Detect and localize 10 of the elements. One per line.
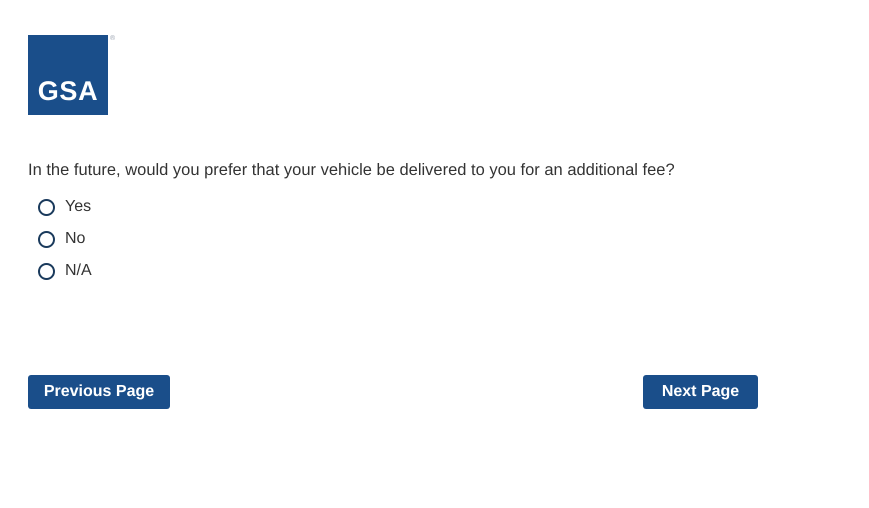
previous-page-button[interactable]: Previous Page	[28, 375, 170, 409]
option-label: No	[65, 229, 86, 249]
radio-button[interactable]	[38, 230, 55, 248]
option-label: N/A	[65, 261, 92, 281]
radio-button[interactable]	[38, 262, 55, 280]
question-text: In the future, would you prefer that your vehicle be delivered to you for an additional fee?	[28, 160, 676, 181]
option-label: Yes	[65, 197, 92, 217]
next-page-button[interactable]: Next Page	[643, 375, 758, 409]
logo-text: GSA	[38, 78, 98, 105]
radio-button[interactable]	[38, 198, 55, 216]
